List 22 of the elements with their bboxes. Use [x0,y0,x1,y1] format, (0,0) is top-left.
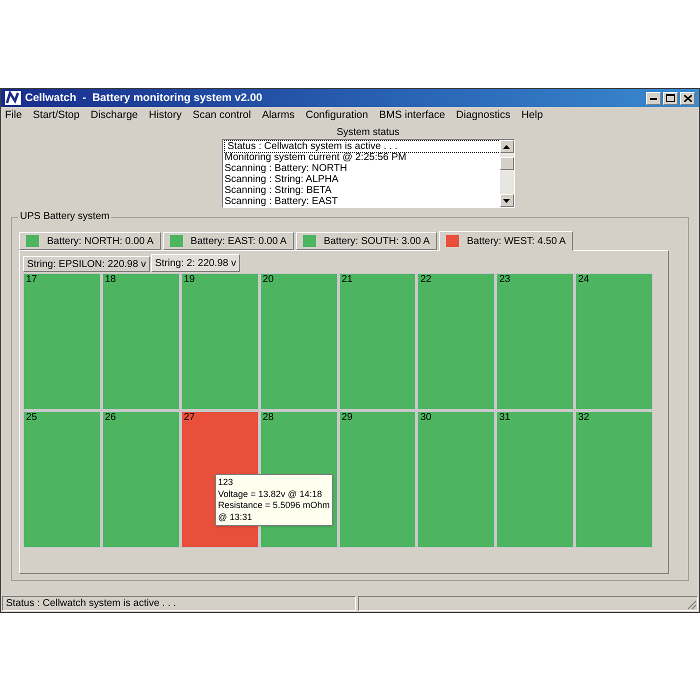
cell-number: 23 [499,274,510,285]
tooltip-line: @ 13:31 [218,512,254,523]
cell-number: 24 [578,274,590,285]
cell-number: 27 [184,412,195,423]
cell-number: 28 [262,412,274,423]
tooltip-line: 123 [218,477,234,488]
cell-number: 25 [26,412,38,423]
window-title: Cellwatch - Battery monitoring system v2.00 [25,90,262,106]
cell-number: 22 [420,274,432,285]
cell-number: 31 [499,412,510,423]
group-label: UPS Battery system [18,211,112,223]
cell-number: 19 [184,274,195,285]
cell-number: 20 [262,274,274,285]
cell-number: 18 [104,274,116,285]
cell-number: 29 [342,412,353,423]
cell-number: 32 [578,412,590,423]
cell-number: 30 [420,412,432,423]
cell-number: 21 [342,274,353,285]
system-status-label: System status [336,127,400,139]
cell-number: 26 [104,412,116,423]
status-text: Status : Cellwatch system is active . . . [6,597,176,611]
cell-number: 17 [26,274,38,285]
